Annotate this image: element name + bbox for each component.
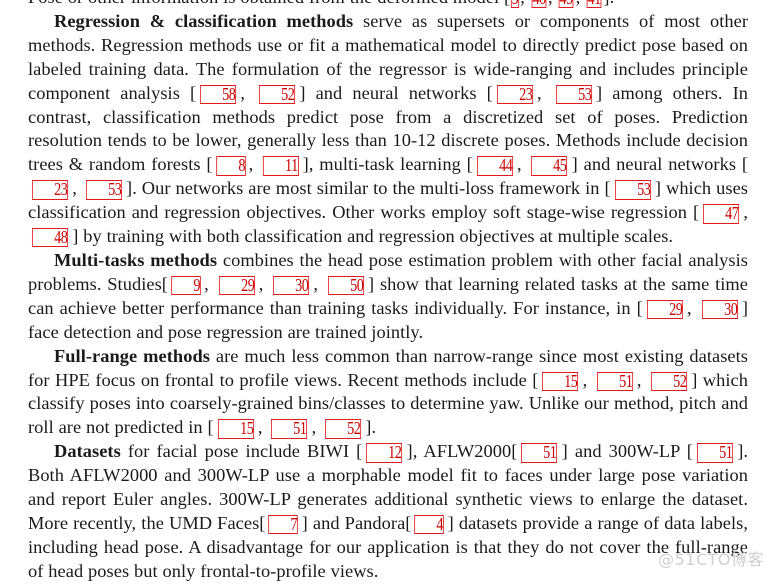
regression-part8: ] by training with both classification a… bbox=[72, 226, 674, 247]
paragraph-multitask: Multi-tasks methods combines the head po… bbox=[28, 249, 748, 342]
citation-link[interactable]: 29 bbox=[646, 299, 683, 320]
citation-link[interactable]: 7 bbox=[268, 514, 299, 535]
paragraph-clipped-top: Pose or other information is obtained fr… bbox=[28, 0, 748, 10]
runin-heading-regression: Regression & classification methods bbox=[54, 10, 354, 31]
citation-link[interactable]: 44 bbox=[476, 156, 514, 176]
citation-link[interactable]: 9 bbox=[511, 0, 520, 9]
citation-link[interactable]: 8 bbox=[215, 156, 246, 176]
citation-link[interactable]: 52 bbox=[650, 371, 688, 391]
citation-link[interactable]: 9 bbox=[171, 275, 201, 296]
citation-link[interactable]: 23 bbox=[31, 180, 69, 200]
citation-link[interactable]: 12 bbox=[366, 443, 403, 463]
paragraph-datasets: Datasets for facial pose include BIWI [1… bbox=[28, 440, 748, 583]
citation-link[interactable]: 15 bbox=[542, 371, 579, 391]
clipped-text-before: Pose or other information is obtained fr… bbox=[28, 0, 510, 7]
citation-link[interactable]: 15 bbox=[217, 419, 254, 439]
datasets-part2: ], AFLW2000[ bbox=[406, 441, 518, 462]
citation-link[interactable]: 51 bbox=[521, 443, 558, 463]
citation-link[interactable]: 51 bbox=[271, 419, 308, 439]
citation-link[interactable]: 53 bbox=[555, 84, 592, 105]
regression-part2: ] and neural networks [ bbox=[299, 82, 493, 103]
citation-link[interactable]: 30 bbox=[273, 275, 310, 296]
citation-group-clipped: 9, 40, 49, 41 bbox=[510, 0, 603, 9]
citation-link[interactable]: 52 bbox=[259, 84, 296, 105]
citation-link[interactable]: 30 bbox=[701, 299, 738, 320]
citation-link[interactable]: 47 bbox=[703, 204, 740, 224]
citation-link[interactable]: 53 bbox=[85, 180, 123, 200]
citation-link[interactable]: 53 bbox=[614, 180, 651, 200]
datasets-part3: ] and 300W-LP [ bbox=[561, 441, 693, 462]
citation-link[interactable]: 58 bbox=[200, 84, 237, 105]
citation-link[interactable]: 41 bbox=[586, 0, 602, 9]
datasets-part1: for facial pose include BIWI [ bbox=[120, 441, 363, 462]
regression-part5: ] and neural networks [ bbox=[571, 154, 748, 175]
runin-heading-datasets: Datasets bbox=[54, 441, 121, 462]
citation-link[interactable]: 51 bbox=[696, 443, 734, 463]
citation-link[interactable]: 29 bbox=[218, 275, 255, 296]
citation-link[interactable]: 51 bbox=[596, 371, 633, 391]
citation-link[interactable]: 40 bbox=[531, 0, 547, 9]
citation-link[interactable]: 50 bbox=[327, 275, 365, 296]
citation-link[interactable]: 49 bbox=[559, 0, 575, 9]
citation-link[interactable]: 45 bbox=[531, 156, 568, 176]
citation-link[interactable]: 52 bbox=[325, 419, 362, 439]
paragraph-regression: Regression & classification methods serv… bbox=[28, 10, 749, 248]
fullrange-part3: ]. bbox=[365, 417, 377, 438]
regression-part6: ]. Our networks are most similar to the … bbox=[126, 178, 611, 199]
citation-link[interactable]: 23 bbox=[496, 84, 534, 105]
citation-link[interactable]: 48 bbox=[31, 228, 69, 248]
datasets-part5: ] and Pandora[ bbox=[301, 512, 412, 533]
document-page: Pose or other information is obtained fr… bbox=[0, 0, 776, 588]
site-watermark: @51CTO博客 bbox=[658, 550, 764, 569]
regression-part4: ], multi-task learning [ bbox=[302, 154, 473, 175]
runin-heading-multitask: Multi-tasks methods bbox=[54, 249, 218, 270]
clipped-text-after: ]. bbox=[603, 0, 614, 7]
paragraph-fullrange: Full-range methods are much less common … bbox=[28, 345, 748, 439]
text-column: Pose or other information is obtained fr… bbox=[28, 0, 748, 584]
runin-heading-fullrange: Full-range methods bbox=[54, 345, 210, 366]
citation-link[interactable]: 4 bbox=[414, 514, 445, 535]
citation-link[interactable]: 11 bbox=[263, 156, 299, 176]
